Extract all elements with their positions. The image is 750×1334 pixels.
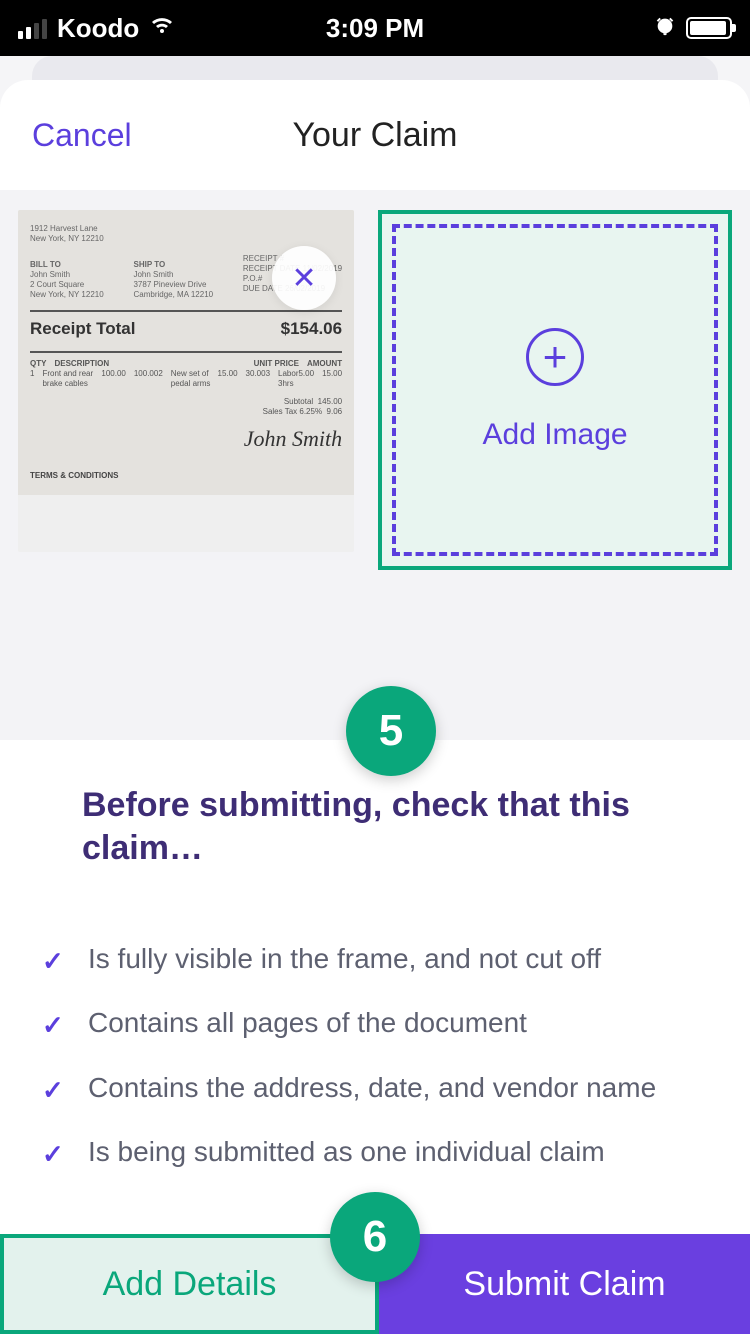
receipt-billto-addr1: 2 Court Square <box>30 280 104 290</box>
checklist-item: ✓ Contains all pages of the document <box>42 993 708 1057</box>
receipt-signature: John Smith <box>30 425 342 453</box>
receipt-row: 2New set of pedal arms15.0030.00 <box>158 369 265 389</box>
receipt-shipto-addr2: Cambridge, MA 12210 <box>133 290 213 300</box>
status-left: Koodo <box>18 13 175 44</box>
receipt-shipto-addr1: 3787 Pineview Drive <box>133 280 213 290</box>
receipt-tax: 9.06 <box>327 407 343 416</box>
status-bar: Koodo 3:09 PM <box>0 0 750 56</box>
receipt-billto-name: John Smith <box>30 270 104 280</box>
plus-icon: + <box>526 328 584 386</box>
receipt-subtotal: 145.00 <box>318 397 342 406</box>
check-icon: ✓ <box>42 1007 70 1043</box>
receipt-total-label: Receipt Total <box>30 318 135 339</box>
close-icon: ✕ <box>292 261 317 296</box>
alarm-icon <box>654 13 676 44</box>
checklist-item-text: Contains all pages of the document <box>88 1007 527 1039</box>
receipt-addr1: 1912 Harvest Lane <box>30 224 342 234</box>
receipt-table: QTY DESCRIPTION UNIT PRICE AMOUNT 1Front… <box>30 359 342 389</box>
remove-image-button[interactable]: ✕ <box>272 246 336 310</box>
checklist-item: ✓ Is being submitted as one individual cl… <box>42 1122 708 1186</box>
checklist-item-text: Is being submitted as one individual cla… <box>88 1136 605 1168</box>
page-title: Your Claim <box>292 116 457 155</box>
receipt-addr2: New York, NY 12210 <box>30 234 342 244</box>
receipt-row: 1Front and rear brake cables100.00100.00 <box>30 369 158 389</box>
receipt-total-value: $154.06 <box>281 318 342 339</box>
receipt-col-desc: DESCRIPTION <box>46 359 253 369</box>
add-image-label: Add Image <box>483 418 628 452</box>
checklist-item-text: Contains the address, date, and vendor n… <box>88 1072 656 1104</box>
add-details-button[interactable]: Add Details <box>0 1234 379 1334</box>
receipt-tax-label: Sales Tax 6.25% <box>263 407 322 416</box>
receipt-billto-addr2: New York, NY 12210 <box>30 290 104 300</box>
image-gallery: 1912 Harvest Lane New York, NY 12210 BIL… <box>0 190 750 740</box>
signal-icon <box>18 17 47 39</box>
checklist-heading: Before submitting, check that this claim… <box>82 784 668 869</box>
receipt-thumbnail[interactable]: 1912 Harvest Lane New York, NY 12210 BIL… <box>18 210 354 552</box>
modal-header: Cancel Your Claim <box>0 80 750 190</box>
receipt-billto-label: BILL TO <box>30 260 61 270</box>
add-image-inner: + Add Image <box>392 224 718 556</box>
claim-modal: Cancel Your Claim 1912 Harvest Lane New … <box>0 80 750 1334</box>
receipt-subtotal-label: Subtotal <box>284 397 313 406</box>
check-icon: ✓ <box>42 1136 70 1172</box>
receipt-shipto-name: John Smith <box>133 270 213 280</box>
check-icon: ✓ <box>42 1072 70 1108</box>
checklist: ✓ Is fully visible in the frame, and not … <box>42 929 708 1187</box>
checklist-item: ✓ Contains the address, date, and vendor … <box>42 1058 708 1122</box>
tutorial-step-badge-6: 6 <box>330 1192 420 1282</box>
wifi-icon <box>149 14 175 42</box>
status-right <box>654 13 732 44</box>
checklist-item-text: Is fully visible in the frame, and not c… <box>88 943 601 975</box>
receipt-row: 3Labor 3hrs5.0015.00 <box>266 369 343 389</box>
add-image-tile[interactable]: + Add Image <box>378 210 732 570</box>
receipt-shipto-label: SHIP TO <box>133 260 165 270</box>
checklist-item: ✓ Is fully visible in the frame, and not … <box>42 929 708 993</box>
carrier-label: Koodo <box>57 13 139 44</box>
receipt-col-amount: AMOUNT <box>299 359 342 369</box>
battery-icon <box>686 17 732 39</box>
submit-claim-button[interactable]: Submit Claim <box>379 1234 750 1334</box>
check-icon: ✓ <box>42 943 70 979</box>
receipt-col-unit: UNIT PRICE <box>254 359 299 369</box>
tutorial-step-badge-5: 5 <box>346 686 436 776</box>
cancel-button[interactable]: Cancel <box>32 117 132 154</box>
receipt-po-label: P.O.# <box>243 274 262 283</box>
receipt-terms: TERMS & CONDITIONS <box>30 471 342 481</box>
receipt-col-qty: QTY <box>30 359 46 369</box>
status-time: 3:09 PM <box>326 13 424 44</box>
